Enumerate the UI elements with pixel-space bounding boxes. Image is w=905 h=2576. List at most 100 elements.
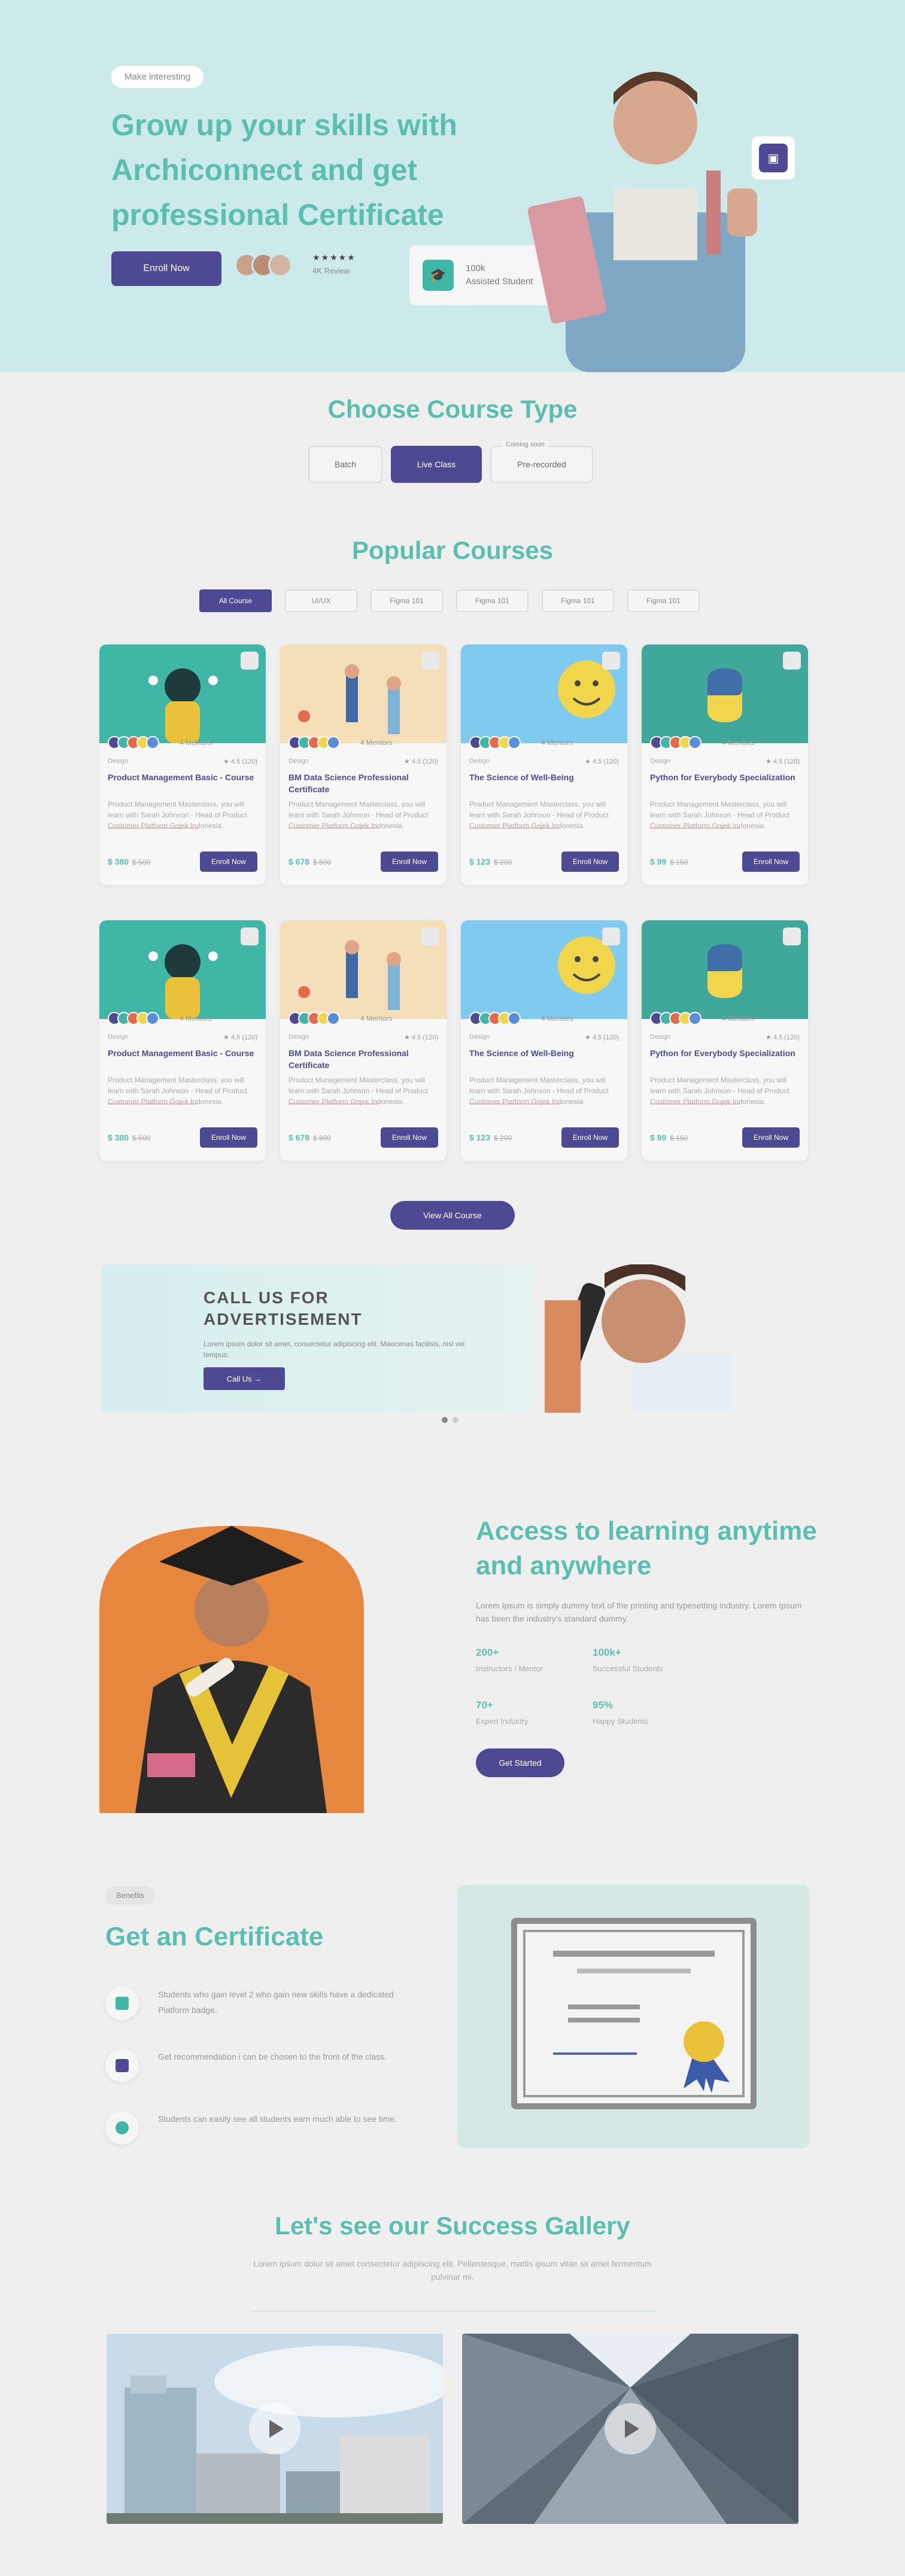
certificate-title: Get an Certificate bbox=[105, 1922, 324, 1951]
course-card[interactable]: 4 Mentors Design ★ 4.5 (120) The Science of… bbox=[461, 920, 627, 1161]
course-thumbnail bbox=[642, 920, 808, 1019]
course-title[interactable]: The Science of Well-Being bbox=[461, 765, 627, 796]
phone-call-image bbox=[533, 1264, 731, 1413]
course-thumbnail bbox=[99, 644, 266, 743]
course-type-label: Pre-recorded bbox=[517, 460, 566, 469]
mentor-avatars bbox=[108, 1012, 159, 1025]
gallery-title: Let's see our Success Gallery bbox=[275, 2212, 630, 2240]
benefit-item: Get recommendation i can be chosen to th… bbox=[105, 2049, 421, 2082]
mentor-avatars bbox=[469, 1012, 521, 1025]
gallery-video-2[interactable] bbox=[462, 2334, 798, 2524]
bookmark-icon[interactable] bbox=[421, 652, 439, 670]
bookmark-icon[interactable] bbox=[602, 927, 620, 945]
mentor-avatars bbox=[288, 736, 340, 749]
course-title[interactable]: Python for Everybody Specialization bbox=[642, 765, 808, 796]
bookmark-icon[interactable] bbox=[421, 927, 439, 945]
enroll-button[interactable]: Enroll Now bbox=[561, 851, 619, 872]
course-type-pre-recorded[interactable]: Coming soon Pre-recorded bbox=[490, 441, 593, 483]
enroll-button[interactable]: Enroll Now bbox=[561, 1127, 619, 1148]
course-thumbnail bbox=[461, 644, 627, 743]
tab-figma[interactable]: Figma 101 bbox=[370, 589, 443, 612]
enroll-button[interactable]: Enroll Now bbox=[742, 1127, 800, 1148]
stat-experts: 70+ Expert Industry bbox=[476, 1699, 528, 1726]
benefit-text: Students who gain level 2 who gain new s… bbox=[158, 1990, 394, 2015]
course-title[interactable]: Product Management Basic - Course bbox=[99, 765, 266, 796]
bookmark-icon[interactable] bbox=[783, 652, 801, 670]
stat-instructors: 200+ Instructors / Mentor bbox=[476, 1647, 543, 1673]
course-thumbnail bbox=[461, 920, 627, 1019]
course-title[interactable]: Python for Everybody Specialization bbox=[642, 1041, 808, 1072]
course-price: $ 99 $ 150 bbox=[650, 857, 688, 866]
get-started-button[interactable]: Get Started bbox=[476, 1748, 564, 1777]
hero-rating: ★★★★★ 4K Review bbox=[312, 253, 356, 275]
course-type-live-class[interactable]: Live Class bbox=[391, 446, 482, 483]
time-icon bbox=[105, 2111, 139, 2145]
course-title[interactable]: The Science of Well-Being bbox=[461, 1041, 627, 1072]
course-title[interactable]: BM Data Science Professional Certificate bbox=[280, 765, 447, 796]
stat-value: 70+ bbox=[476, 1699, 493, 1711]
tab-figma[interactable]: Figma 101 bbox=[542, 589, 614, 612]
hero-title: Grow up your skills with Archiconnect an… bbox=[111, 108, 457, 232]
benefit-text: Get recommendation i can be chosen to th… bbox=[158, 2052, 387, 2061]
carousel-dot[interactable] bbox=[442, 1417, 448, 1423]
mentor-avatars bbox=[108, 736, 159, 749]
course-thumbnail bbox=[99, 920, 266, 1019]
course-category: Design bbox=[108, 758, 129, 765]
enroll-button[interactable]: Enroll Now bbox=[200, 851, 257, 872]
ad-title: CALL US FOR ADVERTISEMENT bbox=[204, 1288, 363, 1328]
mentor-count: 4 Mentors bbox=[541, 1014, 573, 1023]
course-card[interactable]: 4 Mentors Design ★ 4.5 (120) BM Data Scienc… bbox=[280, 644, 447, 885]
bookmark-icon[interactable] bbox=[241, 927, 259, 945]
graduation-cap-icon: 🎓 bbox=[423, 260, 454, 291]
course-card[interactable]: 4 Mentors Design ★ 4.5 (120) BM Data Scienc… bbox=[280, 920, 447, 1161]
course-card[interactable]: 4 Mentors Design ★ 4.5 (120) Product Manage… bbox=[99, 920, 266, 1161]
view-all-courses-button[interactable]: View All Course bbox=[390, 1201, 515, 1230]
hero-enroll-button[interactable]: Enroll Now bbox=[111, 251, 221, 286]
carousel-dot[interactable] bbox=[452, 1417, 458, 1423]
gallery-video-1[interactable] bbox=[107, 2334, 443, 2524]
advertisement-banner: CALL US FOR ADVERTISEMENT Lorem ipsum do… bbox=[102, 1264, 731, 1413]
mentor-count: 4 Mentors bbox=[722, 738, 754, 747]
enroll-button[interactable]: Enroll Now bbox=[742, 851, 800, 872]
course-card[interactable]: 4 Mentors Design ★ 4.5 (120) Product Manage… bbox=[99, 644, 266, 885]
coming-soon-tag: Coming soon bbox=[502, 441, 548, 448]
tab-figma[interactable]: Figma 101 bbox=[627, 589, 700, 612]
course-price: $ 678 $ 800 bbox=[288, 857, 332, 866]
course-card[interactable]: 4 Mentors Design ★ 4.5 (120) The Science of… bbox=[461, 644, 627, 885]
avatar bbox=[268, 253, 292, 277]
tab-figma[interactable]: Figma 101 bbox=[456, 589, 529, 612]
bookmark-icon[interactable] bbox=[602, 652, 620, 670]
access-title: Access to learning anytime and anywhere bbox=[476, 1516, 817, 1580]
play-icon[interactable] bbox=[249, 2403, 300, 2455]
course-description: Product Management Masterclass, you will… bbox=[650, 1076, 789, 1106]
bookmark-icon[interactable] bbox=[783, 927, 801, 945]
benefit-item: Students can easily see all students ear… bbox=[105, 2111, 421, 2145]
course-price: $ 123 $ 200 bbox=[469, 1133, 512, 1142]
course-card[interactable]: 4 Mentors Design ★ 4.5 (120) Python for Eve… bbox=[642, 920, 808, 1161]
course-title[interactable]: Product Management Basic - Course bbox=[99, 1041, 266, 1072]
course-card[interactable]: 4 Mentors Design ★ 4.5 (120) Python for Eve… bbox=[642, 644, 808, 885]
course-rating: ★ 4.5 (120) bbox=[766, 1034, 800, 1041]
play-icon[interactable] bbox=[605, 2403, 656, 2455]
stat-value: 200+ bbox=[476, 1647, 499, 1658]
call-us-button[interactable]: Call Us → bbox=[204, 1367, 285, 1390]
course-rating: ★ 4.5 (120) bbox=[585, 758, 619, 765]
hero-pill: Make interesting bbox=[111, 66, 204, 88]
course-thumbnail bbox=[280, 920, 447, 1019]
enroll-button[interactable]: Enroll Now bbox=[381, 851, 438, 872]
enroll-button[interactable]: Enroll Now bbox=[200, 1127, 257, 1148]
course-price: $ 123 $ 200 bbox=[469, 857, 512, 866]
course-description: Product Management Masterclass, you will… bbox=[288, 800, 428, 830]
course-description: Product Management Masterclass, you will… bbox=[469, 800, 609, 830]
enroll-button[interactable]: Enroll Now bbox=[381, 1127, 438, 1148]
mentor-count: 4 Mentors bbox=[360, 738, 393, 747]
mentor-avatars bbox=[650, 736, 701, 749]
course-type-batch[interactable]: Batch bbox=[308, 446, 382, 483]
bookmark-icon[interactable] bbox=[241, 652, 259, 670]
stat-value: 100k+ bbox=[593, 1647, 621, 1658]
tab-ui-ux[interactable]: UI/UX bbox=[285, 589, 357, 612]
stat-label: Instructors / Mentor bbox=[476, 1664, 543, 1673]
course-title[interactable]: BM Data Science Professional Certificate bbox=[280, 1041, 447, 1072]
popular-courses-title: Popular Courses bbox=[351, 536, 554, 564]
tab-all-course[interactable]: All Course bbox=[199, 589, 272, 612]
